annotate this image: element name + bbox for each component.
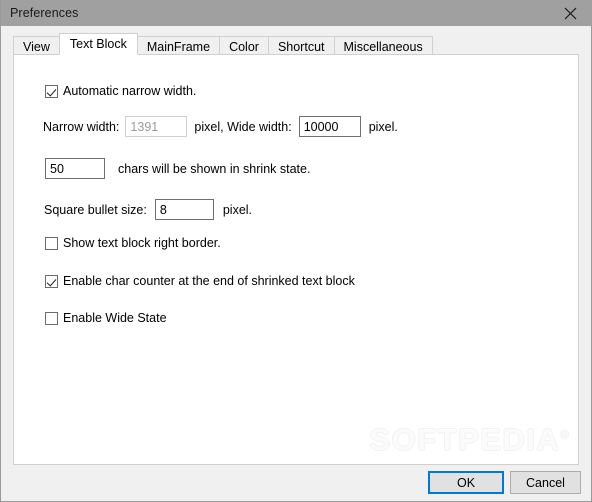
cancel-button[interactable]: Cancel <box>510 471 581 494</box>
square-bullet-row: Square bullet size: pixel. <box>44 199 252 220</box>
tab-color[interactable]: Color <box>219 36 269 56</box>
tab-mainframe[interactable]: MainFrame <box>136 36 221 56</box>
narrow-width-unit-label: pixel, Wide width: <box>194 119 292 134</box>
enable-wide-state-checkbox[interactable] <box>45 311 58 325</box>
title-bar: Preferences <box>1 0 592 26</box>
show-right-border-row: Show text block right border. <box>45 236 221 250</box>
shrink-chars-label: chars will be shown in shrink state. <box>118 161 311 176</box>
tab-shortcut[interactable]: Shortcut <box>267 36 335 56</box>
wide-width-input[interactable] <box>298 116 361 137</box>
tab-content-panel: Automatic narrow width. Narrow width: pi… <box>13 54 579 465</box>
narrow-width-label: Narrow width: <box>43 119 120 134</box>
watermark-text: SOFTPEDIA <box>369 422 561 457</box>
shrink-chars-input[interactable] <box>45 158 105 179</box>
close-icon <box>564 7 576 19</box>
softpedia-watermark: SOFTPEDIA® <box>369 422 570 458</box>
tab-miscellaneous[interactable]: Miscellaneous <box>333 36 433 56</box>
watermark-mark: ® <box>560 429 570 442</box>
wide-width-unit-label: pixel. <box>368 119 398 134</box>
window-title: Preferences <box>10 6 79 20</box>
automatic-narrow-width-label: Automatic narrow width. <box>63 84 197 98</box>
square-bullet-label: Square bullet size: <box>44 202 147 217</box>
preferences-dialog: Preferences View Text Block MainFrame Co… <box>0 0 592 502</box>
enable-char-counter-checkbox[interactable] <box>45 274 58 288</box>
close-button[interactable] <box>547 0 592 26</box>
automatic-narrow-width-checkbox[interactable] <box>45 84 58 98</box>
enable-wide-state-row: Enable Wide State <box>45 311 167 325</box>
square-bullet-unit-label: pixel. <box>222 202 253 217</box>
tab-strip: View Text Block MainFrame Color Shortcut… <box>13 33 579 56</box>
enable-char-counter-label: Enable char counter at the end of shrink… <box>63 274 355 288</box>
shrink-chars-row: chars will be shown in shrink state. <box>45 158 310 179</box>
ok-button[interactable]: OK <box>428 471 504 494</box>
automatic-narrow-width-row: Automatic narrow width. <box>45 84 196 98</box>
enable-wide-state-label: Enable Wide State <box>63 311 167 325</box>
square-bullet-input[interactable] <box>154 199 214 220</box>
show-right-border-checkbox[interactable] <box>45 236 58 250</box>
narrow-width-input[interactable] <box>125 116 188 137</box>
tab-text-block[interactable]: Text Block <box>58 33 138 55</box>
tab-view[interactable]: View <box>13 36 60 56</box>
enable-char-counter-row: Enable char counter at the end of shrink… <box>45 274 355 288</box>
show-right-border-label: Show text block right border. <box>63 236 221 250</box>
narrow-width-row: Narrow width: pixel, Wide width: pixel. <box>43 116 398 137</box>
